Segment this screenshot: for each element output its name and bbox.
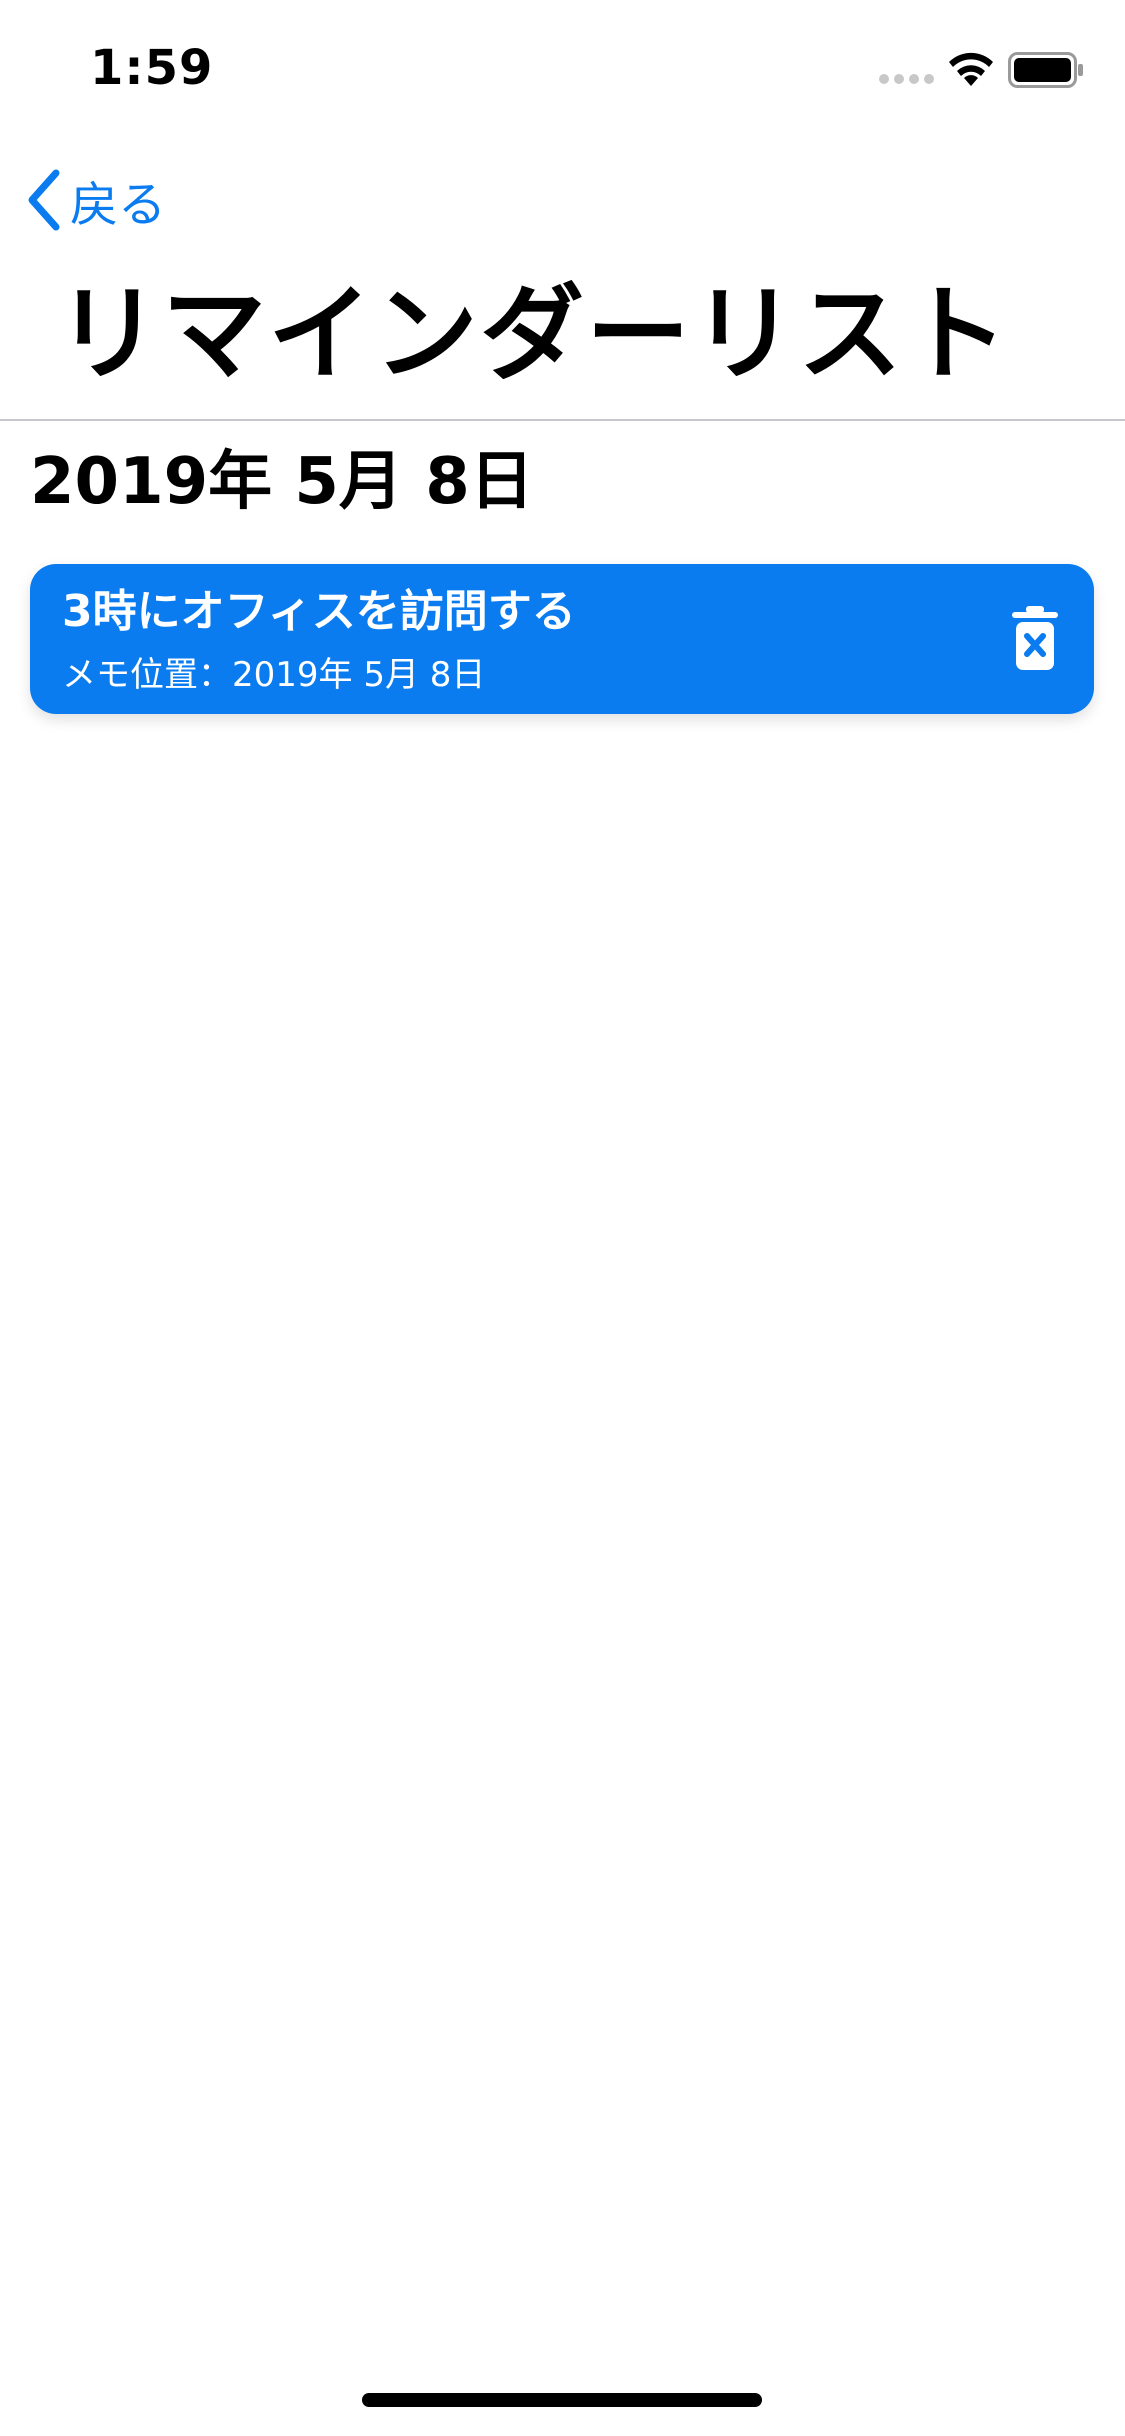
divider (0, 419, 1125, 421)
reminder-title: 3時にオフィスを訪問する (62, 586, 576, 637)
cellular-signal-icon (879, 74, 934, 84)
trash-icon[interactable] (1010, 606, 1060, 672)
home-indicator[interactable] (362, 2393, 762, 2407)
back-button-label: 戻る (70, 177, 167, 233)
chevron-left-icon (28, 169, 60, 231)
reminder-subtitle: メモ位置：2019年 5月 8日 (62, 655, 486, 695)
status-bar: 1:59 (0, 0, 1125, 132)
battery-icon (1008, 52, 1083, 88)
back-button[interactable]: 戻る (24, 164, 166, 236)
status-time: 1:59 (90, 40, 214, 96)
section-date-header: 2019年 5月 8日 (30, 445, 534, 519)
page-title: リマインダーリスト (56, 273, 1011, 395)
wifi-icon (949, 52, 993, 86)
reminder-list-item[interactable]: 3時にオフィスを訪問する メモ位置：2019年 5月 8日 (30, 564, 1094, 714)
